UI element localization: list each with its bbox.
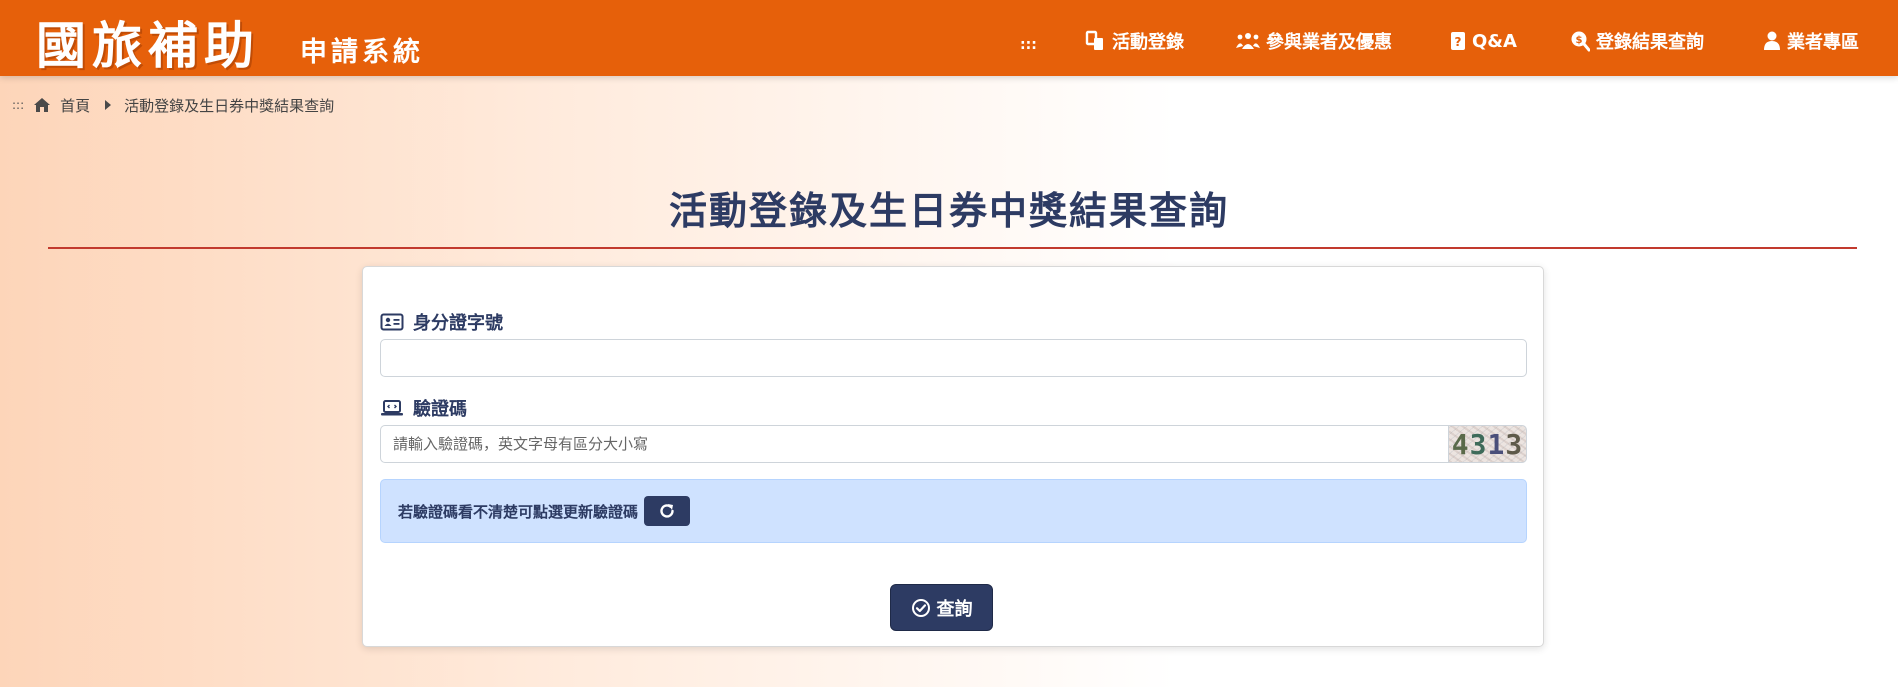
id-number-input[interactable]	[380, 339, 1527, 377]
captcha-input[interactable]	[380, 425, 1448, 463]
svg-text:$: $	[1576, 35, 1583, 46]
captcha-refresh-alert: 若驗證碼看不清楚可點選更新驗證碼	[380, 479, 1527, 543]
nav-label: 參與業者及優惠	[1266, 32, 1392, 53]
breadcrumb: ::: 首頁 活動登錄及生日券中獎結果查詢	[12, 95, 334, 115]
breadcrumb-current: 活動登錄及生日券中獎結果查詢	[124, 96, 335, 115]
captcha-char: 3	[1469, 427, 1488, 461]
field-label-text: 驗證碼	[413, 399, 467, 420]
captcha-image: 4313	[1448, 425, 1527, 463]
nav-label: 活動登錄	[1112, 32, 1184, 53]
nav-result-query[interactable]: $ 登錄結果查詢	[1570, 28, 1704, 54]
id-card-icon	[380, 313, 404, 331]
field-label-text: 身分證字號	[413, 313, 503, 334]
group-icon	[1236, 33, 1260, 49]
id-number-label: 身分證字號	[380, 309, 503, 335]
page-title: 活動登錄及生日券中獎結果查詢	[668, 189, 1229, 233]
nav-label: 業者專區	[1787, 32, 1859, 53]
check-circle-icon	[911, 598, 930, 617]
search-result-icon: $	[1571, 31, 1590, 52]
header-accesskey[interactable]: :::	[1020, 32, 1037, 58]
nav-activity-register[interactable]: 活動登錄	[1084, 28, 1184, 54]
nav-label: 登錄結果查詢	[1596, 32, 1704, 53]
register-icon	[1085, 30, 1103, 50]
svg-text:?: ?	[1455, 35, 1462, 49]
captcha-char: 3	[1505, 427, 1524, 461]
refresh-icon	[660, 504, 674, 518]
home-icon[interactable]	[33, 97, 51, 113]
nav-label: Q&A	[1472, 30, 1517, 52]
site-header: 國旅補助 申請系統 ::: 活動登錄 參與業者及優惠 ? Q&A $ 登錄結果查…	[0, 0, 1898, 76]
logo[interactable]: 國旅補助	[36, 6, 260, 78]
caret-right-icon	[105, 100, 112, 110]
query-form-card: 身分證字號 驗證碼 4313 若驗證碼看不清楚可點選更新驗證碼 查詢	[362, 266, 1544, 647]
question-icon: ?	[1451, 32, 1465, 50]
captcha-char: 4	[1451, 427, 1470, 461]
refresh-hint-text: 若驗證碼看不清楚可點選更新驗證碼	[398, 502, 639, 521]
refresh-captcha-button[interactable]	[644, 496, 691, 526]
nav-qa[interactable]: ? Q&A	[1450, 28, 1517, 54]
submit-query-button[interactable]: 查詢	[890, 584, 993, 631]
breadcrumb-home-link[interactable]: 首頁	[60, 95, 90, 116]
laptop-code-icon	[381, 400, 403, 416]
title-divider	[48, 247, 1857, 249]
captcha-char: 1	[1487, 427, 1506, 461]
logo-subtitle: 申請系統	[300, 37, 424, 68]
nav-participating-vendors[interactable]: 參與業者及優惠	[1236, 28, 1392, 54]
user-icon	[1764, 31, 1780, 50]
nav-vendor-area[interactable]: 業者專區	[1763, 28, 1859, 54]
submit-label: 查詢	[936, 598, 973, 620]
captcha-label: 驗證碼	[380, 395, 467, 421]
breadcrumb-accesskey[interactable]: :::	[12, 98, 24, 112]
